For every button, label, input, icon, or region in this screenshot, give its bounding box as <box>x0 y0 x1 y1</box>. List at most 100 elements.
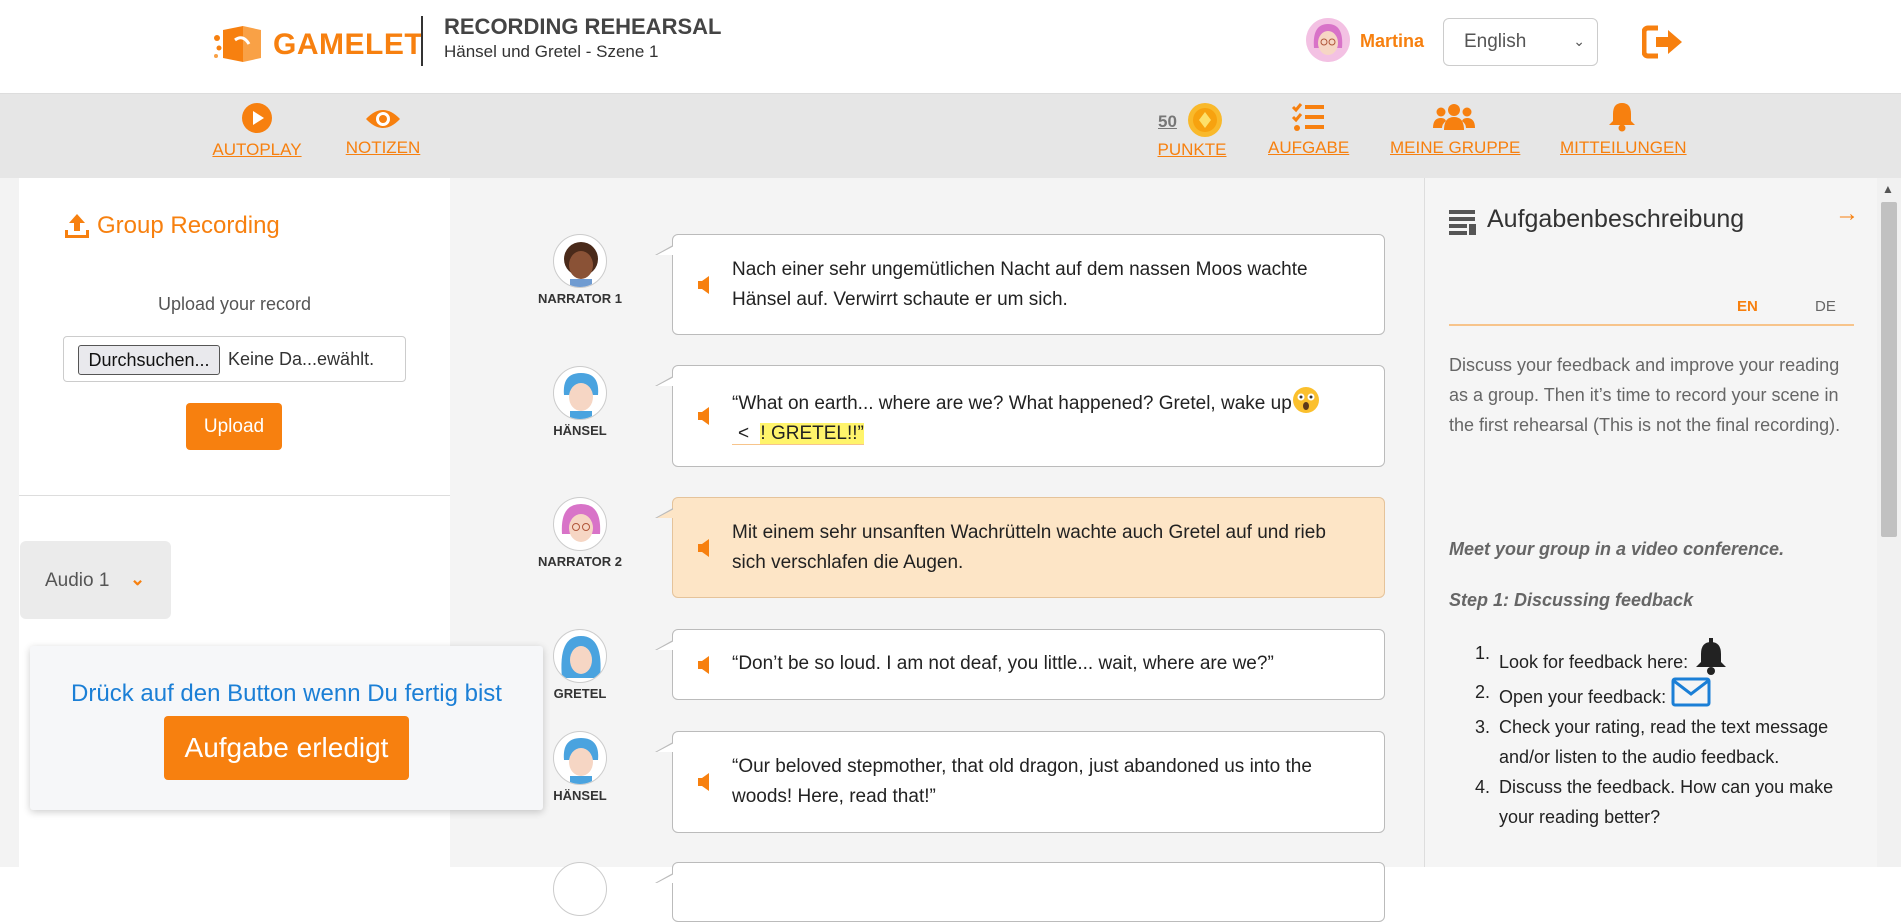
logout-icon[interactable] <box>1641 24 1684 60</box>
speaker: HÄNSEL <box>525 366 635 438</box>
nav-task[interactable]: AUFGABE <box>1268 102 1350 158</box>
nav-my-group[interactable]: MEINE GRUPPE <box>1390 102 1520 158</box>
speaker-icon[interactable] <box>697 275 713 305</box>
audio-select[interactable]: Audio 1 ⌄ <box>20 541 171 619</box>
haensel-avatar-icon <box>553 366 607 420</box>
dialogue-area: NARRATOR 1 Nach einer sehr ungemütlichen… <box>450 178 1424 922</box>
dialogue-text-cont: < <box>738 423 750 444</box>
nav-notifications[interactable]: MITTEILUNGEN <box>1560 100 1687 158</box>
step-text: Open your feedback: <box>1499 687 1667 707</box>
header-divider <box>421 16 423 66</box>
narrator-avatar-icon <box>553 234 607 288</box>
dialogue-line[interactable]: “What on earth... where are we? What hap… <box>655 365 1385 467</box>
chevron-down-icon: ⌄ <box>1573 33 1585 49</box>
envelope-icon <box>1671 677 1711 707</box>
narrator-avatar-icon <box>553 497 607 551</box>
nav-autoplay[interactable]: AUTOPLAY <box>212 102 302 160</box>
task-description-text: Discuss your feedback and improve your r… <box>1449 355 1841 435</box>
arrow-right-icon[interactable]: → <box>1835 200 1859 228</box>
nav-bar: AUTOPLAY NOTIZEN 50 PUNKTE AUFGABE MEINE… <box>0 94 1901 178</box>
step-text: Check your rating, read the text message… <box>1499 717 1829 767</box>
language-select-value: English <box>1464 31 1527 52</box>
nav-points[interactable]: 50 PUNKTE <box>1152 100 1232 160</box>
group-icon <box>1433 104 1475 130</box>
page-subtitle: Hänsel und Gretel - Szene 1 <box>444 42 659 61</box>
dialogue-line[interactable]: “Our beloved stepmother, that old dragon… <box>655 731 1385 833</box>
audio-select-value: Audio 1 <box>45 570 110 591</box>
nav-autoplay-label: AUTOPLAY <box>212 140 302 159</box>
list-item: 3. Check your rating, read the text messa… <box>1475 717 1829 767</box>
file-input[interactable]: Durchsuchen... Keine Da...ewählt. <box>63 336 406 382</box>
task-done-card: Drück auf den Button wenn Du fertig bist… <box>30 646 543 810</box>
speaker-icon[interactable] <box>697 772 713 802</box>
dialogue-line-active[interactable]: Mit einem sehr unsanften Wachrütteln wac… <box>655 497 1385 598</box>
step-text: Discuss the feedback. How can you make y… <box>1499 777 1834 827</box>
tab-en[interactable]: EN <box>1737 298 1758 315</box>
eye-icon <box>366 110 400 128</box>
user-name[interactable]: Martina <box>1360 31 1424 52</box>
avatar[interactable] <box>1306 18 1350 62</box>
divider <box>19 495 450 496</box>
dialogue-line[interactable]: “Don’t be so loud. I am not deaf, you li… <box>655 629 1385 700</box>
nav-notifications-label: MITTEILUNGEN <box>1560 138 1687 157</box>
language-select[interactable]: English ⌄ <box>1443 18 1598 66</box>
list-item: 2. Open your feedback: <box>1449 677 1849 712</box>
speaker-icon[interactable] <box>697 655 713 685</box>
points-value: 50 <box>1158 112 1177 131</box>
file-status: Keine Da...ewählt. <box>228 349 375 369</box>
bell-icon <box>1609 103 1635 132</box>
nav-notes-label: NOTIZEN <box>345 138 421 157</box>
gamelet-logo[interactable]: GAMELET <box>213 18 423 68</box>
speaker-avatar-icon <box>553 862 607 916</box>
speaker-icon[interactable] <box>697 406 713 436</box>
dialogue-line[interactable]: Nach einer sehr ungemütlichen Nacht auf … <box>655 234 1385 335</box>
speaker-icon[interactable] <box>697 538 713 568</box>
user-avatar-icon <box>1306 18 1350 62</box>
speaker-name: NARRATOR 2 <box>537 554 623 569</box>
scroll-up-arrow-icon[interactable]: ▲ <box>1882 182 1894 196</box>
upload-label: Upload your record <box>157 294 312 314</box>
bell-icon <box>1696 638 1727 675</box>
nav-task-label: AUFGABE <box>1268 138 1350 157</box>
step-text: Look for feedback here: <box>1499 652 1689 672</box>
haensel-avatar-icon <box>553 731 607 785</box>
speaker <box>525 862 635 916</box>
step-list: 1. Look for feedback here: 2. Open your fe… <box>1449 638 1849 832</box>
dialogue-text: “Don’t be so loud. I am not deaf, you li… <box>732 653 1274 674</box>
language-tabs: EN DE <box>1449 288 1854 326</box>
dialogue-text: “What on earth... where are we? What hap… <box>732 393 1292 414</box>
speaker-name: NARRATOR 1 <box>537 291 623 306</box>
play-icon <box>242 103 272 133</box>
highlighted-text[interactable]: ! GRETEL!!” <box>760 423 864 444</box>
speaker-name: HÄNSEL <box>553 423 607 438</box>
scrollbar-thumb[interactable] <box>1881 202 1897 537</box>
browse-button[interactable]: Durchsuchen... <box>78 345 220 375</box>
task-list-icon <box>1291 103 1324 131</box>
dialogue-line[interactable] <box>655 862 1385 922</box>
group-recording-title: Group Recording <box>97 212 280 239</box>
speaker: NARRATOR 2 <box>525 497 635 569</box>
list-item: 1. Look for feedback here: <box>1449 638 1849 677</box>
task-done-button[interactable]: Aufgabe erledigt <box>164 716 409 780</box>
coin-icon <box>1188 103 1222 137</box>
speaker: NARRATOR 1 <box>525 234 635 306</box>
page-title: RECORDING REHEARSAL <box>444 14 722 39</box>
upload-button[interactable]: Upload <box>186 403 282 450</box>
dialogue-text: “Our beloved stepmother, that old dragon… <box>732 756 1312 807</box>
done-prompt: Drück auf den Button wenn Du fertig bist <box>71 680 502 707</box>
gretel-avatar-icon <box>553 629 607 683</box>
dialogue-text: Nach einer sehr ungemütlichen Nacht auf … <box>732 259 1308 310</box>
list-item: 4. Discuss the feedback. How can you make… <box>1475 777 1834 827</box>
astonished-emoji-icon <box>1292 387 1319 413</box>
nav-notes[interactable]: NOTIZEN <box>343 106 423 158</box>
task-description-title: Aufgabenbeschreibung <box>1487 205 1745 233</box>
meet-heading: Meet your group in a video conference. <box>1449 539 1785 559</box>
nav-points-label: PUNKTE <box>1157 140 1227 159</box>
task-description-panel: Aufgabenbeschreibung → EN DE Discuss you… <box>1424 178 1877 867</box>
top-header: GAMELET RECORDING REHEARSAL Hänsel und G… <box>0 0 1901 94</box>
step-heading: Step 1: Discussing feedback <box>1449 590 1694 610</box>
logo-text: GAMELET <box>273 28 424 61</box>
tab-de[interactable]: DE <box>1815 298 1836 315</box>
left-gutter <box>0 178 19 867</box>
logo-book-icon <box>214 26 261 62</box>
